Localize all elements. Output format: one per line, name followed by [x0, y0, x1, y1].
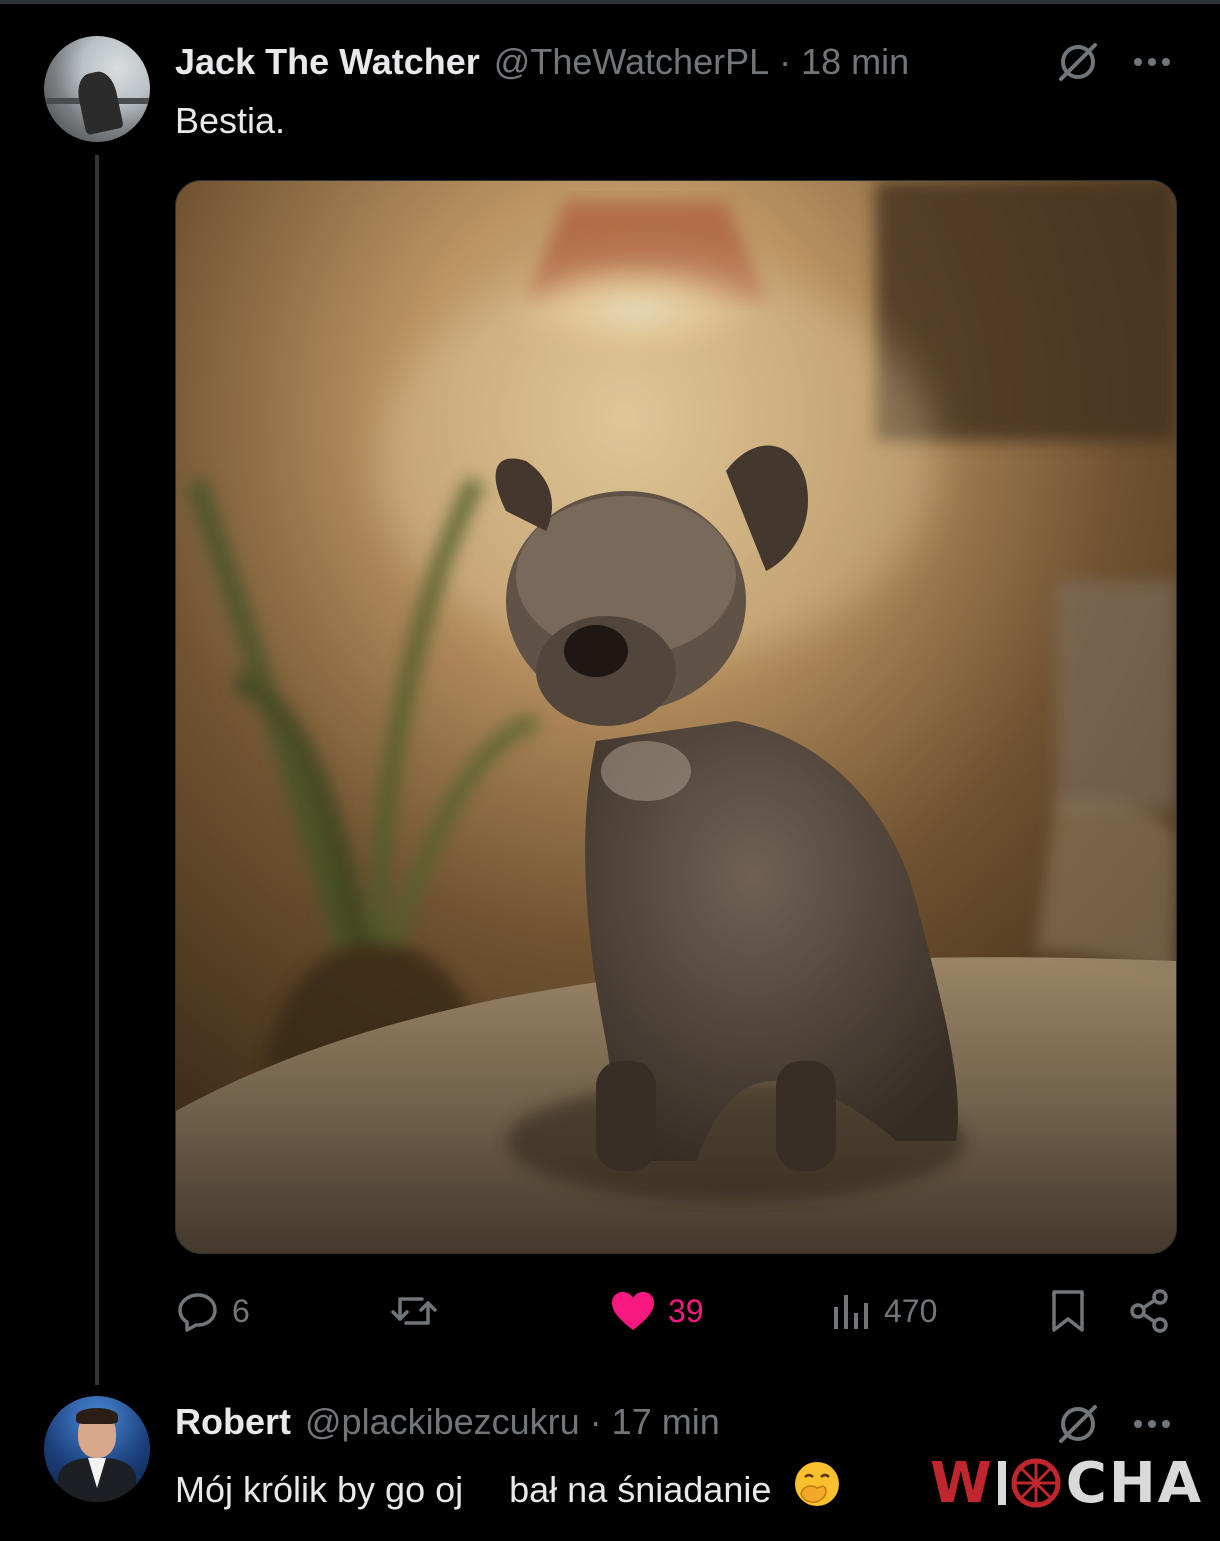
wiocha-watermark: W CHA	[930, 1448, 1203, 1518]
reply-text-part2: bał na śniadanie	[509, 1469, 772, 1510]
grok-icon[interactable]	[1054, 38, 1102, 86]
wheel-icon	[1011, 1458, 1061, 1508]
author-name[interactable]: Jack The Watcher	[175, 41, 480, 83]
share-button[interactable]	[1128, 1286, 1172, 1336]
reply-text: Mój królik by go oj bał na śniadanie	[175, 1460, 841, 1517]
bookmark-button[interactable]	[1048, 1286, 1088, 1336]
reply-grok-icon[interactable]	[1054, 1400, 1102, 1448]
share-icon	[1130, 1289, 1168, 1333]
tweet-photo[interactable]	[175, 180, 1177, 1254]
views-count: 470	[884, 1292, 938, 1329]
repost-icon	[391, 1297, 437, 1325]
reply-count: 6	[232, 1292, 250, 1329]
top-divider	[0, 0, 1220, 4]
reply-icon	[178, 1293, 217, 1332]
views-button[interactable]: 470	[830, 1286, 937, 1336]
reply-button[interactable]: 6	[176, 1286, 250, 1336]
more-icon[interactable]	[1128, 42, 1176, 82]
like-count: 39	[668, 1292, 704, 1329]
x-thread-view: Jack The Watcher @TheWatcherPL · 18 min …	[0, 0, 1220, 1541]
tweet-time[interactable]: 18 min	[801, 41, 909, 83]
reply-more-icon[interactable]	[1128, 1404, 1176, 1444]
photo-dog-on-couch	[176, 181, 1176, 1253]
author-handle[interactable]: @TheWatcherPL	[494, 41, 769, 83]
reply-author-name[interactable]: Robert	[175, 1401, 291, 1443]
watermark-bar-icon	[997, 1461, 1006, 1505]
watermark-left: W	[930, 1450, 994, 1516]
repost-button[interactable]	[390, 1286, 450, 1336]
tweet-text: Bestia.	[175, 100, 286, 141]
avatar-jack[interactable]	[44, 36, 150, 142]
reply-header: Robert @plackibezcukru · 17 min	[175, 1400, 720, 1444]
avatar-robert[interactable]	[44, 1396, 150, 1502]
hand-over-mouth-emoji-icon	[793, 1460, 841, 1517]
thread-connector-line	[95, 155, 99, 1385]
bookmark-icon	[1052, 1290, 1084, 1332]
reply-time[interactable]: 17 min	[612, 1401, 720, 1443]
heart-icon	[612, 1292, 654, 1330]
tweet-header: Jack The Watcher @TheWatcherPL · 18 min	[175, 40, 909, 84]
views-icon	[834, 1295, 868, 1329]
watermark-right: CHA	[1065, 1450, 1204, 1516]
meta-separator: ·	[779, 41, 792, 82]
reply-meta-separator: ·	[589, 1401, 602, 1442]
reply-author-handle[interactable]: @plackibezcukru	[305, 1401, 580, 1443]
like-button[interactable]: 39	[610, 1286, 704, 1336]
reply-text-part1: Mój królik by go oj	[175, 1469, 464, 1510]
